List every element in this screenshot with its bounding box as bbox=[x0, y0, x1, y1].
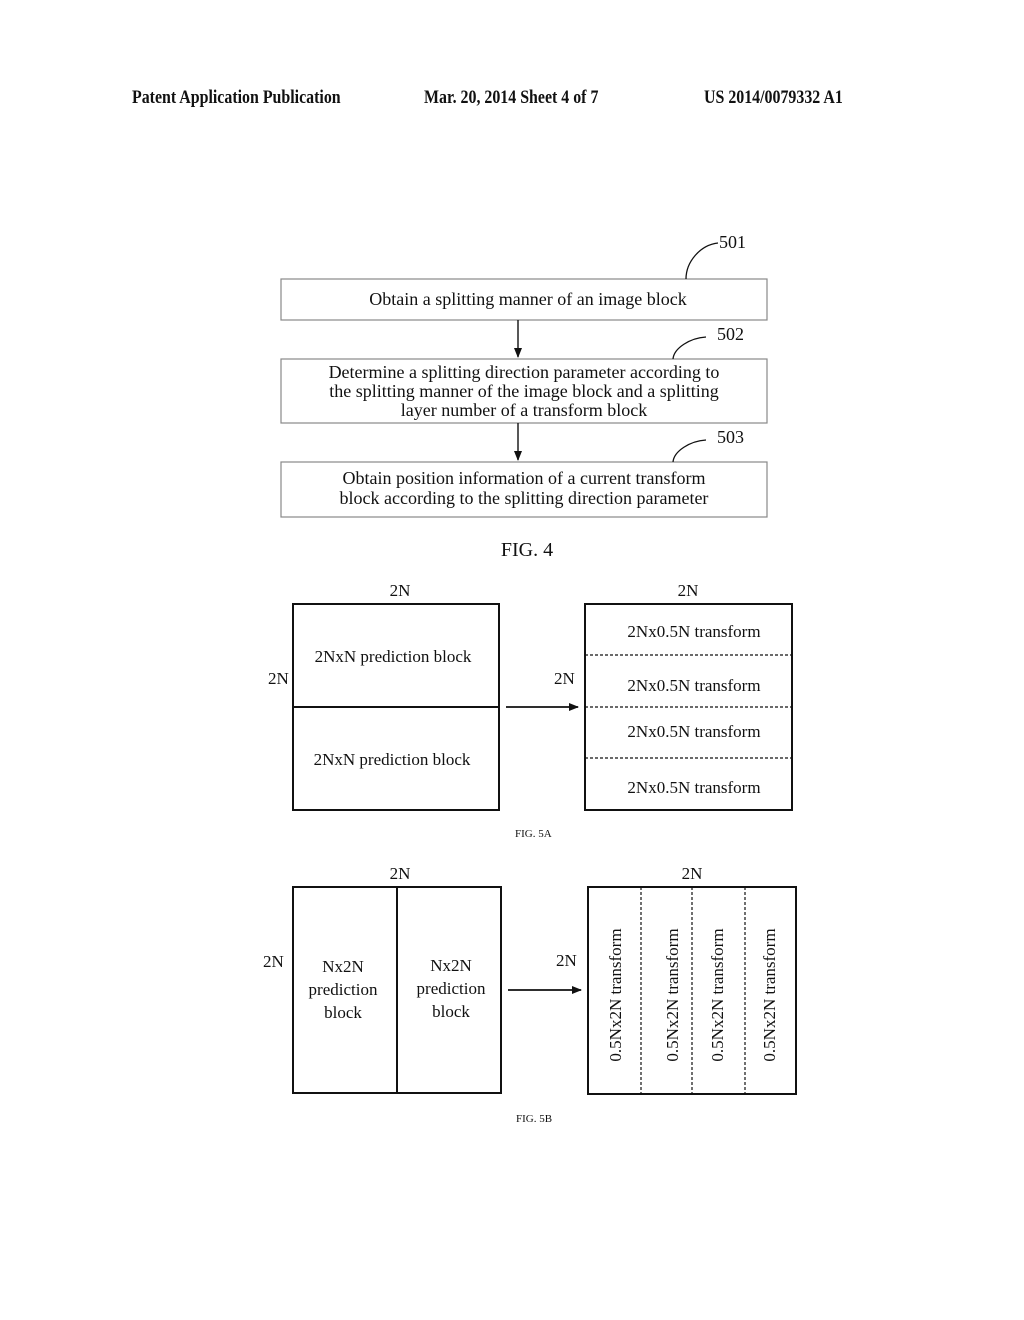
step-502-line-1: Determine a splitting direction paramete… bbox=[329, 362, 720, 382]
fig5a-left-side-dim: 2N bbox=[268, 669, 289, 688]
step-502-line-3: layer number of a transform block bbox=[401, 400, 647, 420]
fig5a: 2N 2N 2NxN prediction block 2NxN predict… bbox=[268, 581, 793, 840]
fig5a-caption: FIG. 5A bbox=[515, 828, 552, 840]
fig5b-transform-2: 0.5Nx2N transform bbox=[663, 928, 682, 1061]
fig5b-prediction-2-line-1: Nx2N bbox=[430, 956, 472, 975]
ref-503: 503 bbox=[717, 427, 744, 447]
ref-502: 502 bbox=[717, 324, 744, 344]
fig5a-prediction-block-1: 2NxN prediction block bbox=[315, 647, 472, 666]
drawing-sheet: Obtain a splitting manner of an image bl… bbox=[263, 232, 797, 1125]
ref-501-leader bbox=[685, 242, 719, 280]
fig5b: 2N 2N Nx2N prediction block Nx2N predict… bbox=[263, 864, 797, 1125]
fig5b-left-side-dim: 2N bbox=[263, 952, 284, 971]
fig5b-prediction-1-line-1: Nx2N bbox=[322, 957, 364, 976]
fig5a-transform-4: 2Nx0.5N transform bbox=[627, 778, 760, 797]
fig5b-prediction-1-line-2: prediction bbox=[309, 980, 378, 999]
fig5b-prediction-2-line-2: prediction bbox=[417, 979, 486, 998]
fig5a-prediction-block-2: 2NxN prediction block bbox=[314, 750, 471, 769]
fig5b-prediction-2-line-3: block bbox=[432, 1002, 470, 1021]
fig5b-right-top-dim: 2N bbox=[682, 864, 703, 883]
fig5a-right-top-dim: 2N bbox=[678, 581, 699, 600]
fig5a-transform-2: 2Nx0.5N transform bbox=[627, 676, 760, 695]
step-503-line-1: Obtain position information of a current… bbox=[343, 468, 706, 488]
fig5b-right-side-dim: 2N bbox=[556, 951, 577, 970]
fig5a-left-top-dim: 2N bbox=[390, 581, 411, 600]
ref-502-leader bbox=[672, 336, 707, 360]
fig4-flowchart: Obtain a splitting manner of an image bl… bbox=[280, 232, 768, 561]
fig5b-transform-1: 0.5Nx2N transform bbox=[606, 928, 625, 1061]
ref-501: 501 bbox=[719, 232, 746, 252]
fig5b-prediction-1-line-3: block bbox=[324, 1003, 362, 1022]
step-503-line-2: block according to the splitting directi… bbox=[340, 488, 709, 508]
ref-503-leader bbox=[672, 439, 707, 463]
fig4-caption: FIG. 4 bbox=[501, 539, 553, 561]
step-502-line-2: the splitting manner of the image block … bbox=[329, 381, 718, 401]
step-501-text: Obtain a splitting manner of an image bl… bbox=[369, 289, 686, 309]
fig5a-right-side-dim: 2N bbox=[554, 669, 575, 688]
fig5b-left-top-dim: 2N bbox=[390, 864, 411, 883]
fig5b-transform-4: 0.5Nx2N transform bbox=[760, 928, 779, 1061]
fig5a-transform-3: 2Nx0.5N transform bbox=[627, 722, 760, 741]
fig5b-caption: FIG. 5B bbox=[516, 1113, 552, 1125]
fig5b-transform-3: 0.5Nx2N transform bbox=[708, 928, 727, 1061]
fig5a-transform-1: 2Nx0.5N transform bbox=[627, 622, 760, 641]
